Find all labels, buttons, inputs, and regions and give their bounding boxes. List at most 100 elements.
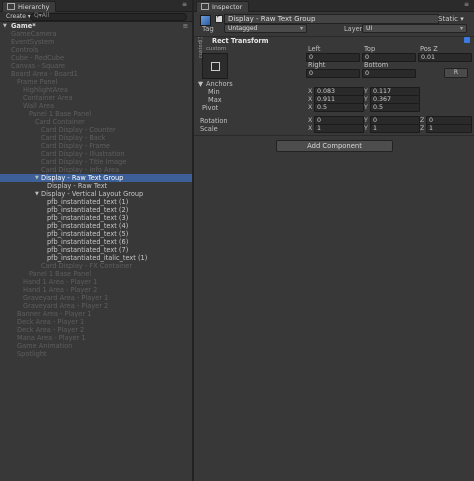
hierarchy-item[interactable]: pfb_instantiated_text (5) <box>0 230 192 238</box>
hierarchy-item[interactable]: GameCamera <box>0 30 192 38</box>
component-settings-icon[interactable] <box>464 37 470 43</box>
hierarchy-item-selected[interactable]: ▼ Display - Raw Text Group <box>0 174 192 182</box>
create-dropdown[interactable]: Create ▾ <box>6 13 31 21</box>
hierarchy-item[interactable]: Canvas - Square <box>0 62 192 70</box>
raw-edit-button[interactable]: R <box>444 68 468 78</box>
max-y-axis-label: Y <box>364 96 368 103</box>
hierarchy-item[interactable]: Spotlight <box>0 350 192 358</box>
hierarchy-item[interactable]: Card Display - Title Image <box>0 158 192 166</box>
hierarchy-item-label: Hand 1 Area - Player 2 <box>23 286 98 294</box>
hierarchy-item[interactable]: Panel 1 Base Panel <box>0 270 192 278</box>
hierarchy-item[interactable]: HighlightArea <box>0 86 192 94</box>
pivot-x-field[interactable]: 0.5 <box>314 103 364 112</box>
hierarchy-item-label: Panel 1 Base Panel <box>29 110 92 118</box>
hierarchy-item-label: Mana Area - Player 1 <box>17 334 86 342</box>
hierarchy-item-label: EventSystem <box>11 38 55 46</box>
hierarchy-item[interactable]: Hand 1 Area - Player 1 <box>0 278 192 286</box>
hierarchy-item[interactable]: Card Display - FX Container <box>0 262 192 270</box>
fold-arrow-icon[interactable]: ▼ <box>3 22 7 30</box>
object-name-field[interactable]: Display - Raw Text Group <box>224 14 439 24</box>
panel-menu-icon[interactable]: ≡ <box>464 1 470 8</box>
scale-y-axis-label: Y <box>364 125 368 132</box>
hierarchy-item[interactable]: Card Display - Back <box>0 134 192 142</box>
hierarchy-item[interactable]: pfb_instantiated_text (3) <box>0 214 192 222</box>
hierarchy-item[interactable]: Card Display - Info Area <box>0 166 192 174</box>
hierarchy-item[interactable]: pfb_instantiated_text (7) <box>0 246 192 254</box>
hierarchy-item[interactable]: Banner Area - Player 1 <box>0 310 192 318</box>
hierarchy-item[interactable]: Card Display - Illustration <box>0 150 192 158</box>
tag-dropdown[interactable]: Untagged <box>224 24 307 33</box>
hierarchy-search-input[interactable]: Q▾All <box>30 12 187 21</box>
active-checkbox[interactable] <box>215 13 223 23</box>
hierarchy-item-label: pfb_instantiated_text (2) <box>47 206 129 214</box>
fold-arrow-icon[interactable]: ▼ <box>35 174 39 182</box>
right-field[interactable]: 0 <box>306 69 360 78</box>
add-component-button[interactable]: Add Component <box>276 140 393 152</box>
inspector-tab[interactable]: Inspector <box>196 1 250 12</box>
panel-menu-icon[interactable]: ≡ <box>182 1 188 8</box>
top-label: Top <box>364 45 376 53</box>
hierarchy-item-label: Display - Raw Text Group <box>41 174 124 182</box>
hierarchy-item-label: Display - Vertical Layout Group <box>41 190 144 198</box>
scene-root[interactable]: ▼ Game* ≡ <box>0 22 192 30</box>
hierarchy-item-label: pfb_instantiated_italic_text (1) <box>47 254 148 262</box>
max-label: Max <box>208 96 222 104</box>
hierarchy-item[interactable]: pfb_instantiated_text (1) <box>0 198 192 206</box>
static-dropdown[interactable]: Static ▾ <box>438 15 464 23</box>
search-icon: Q▾All <box>34 12 50 19</box>
scale-x-field[interactable]: 1 <box>314 124 364 133</box>
hierarchy-item-label: Container Area <box>23 94 73 102</box>
layer-dropdown[interactable]: UI <box>362 24 467 33</box>
hierarchy-item[interactable]: Container Area <box>0 94 192 102</box>
info-icon <box>201 3 209 10</box>
posz-field[interactable]: 0.01 <box>418 53 472 62</box>
hierarchy-item[interactable]: Board Area - Board1 <box>0 70 192 78</box>
hierarchy-item[interactable]: Wall Area <box>0 102 192 110</box>
scale-z-field[interactable]: 1 <box>426 124 472 133</box>
hierarchy-item[interactable]: Graveyard Area - Player 2 <box>0 302 192 310</box>
pivot-label: Pivot <box>202 104 219 112</box>
scale-y-field[interactable]: 1 <box>370 124 420 133</box>
hierarchy-item[interactable]: EventSystem <box>0 38 192 46</box>
right-label: Right <box>308 61 326 69</box>
hierarchy-item[interactable]: Deck Area - Player 1 <box>0 318 192 326</box>
hierarchy-item[interactable]: pfb_instantiated_text (4) <box>0 222 192 230</box>
hierarchy-item[interactable]: Cube - RedCube <box>0 54 192 62</box>
hierarchy-item-label: Card Display - Title Image <box>41 158 127 166</box>
hierarchy-item[interactable]: Display - Raw Text <box>0 182 192 190</box>
hierarchy-item[interactable]: Card Container <box>0 118 192 126</box>
hierarchy-item[interactable]: pfb_instantiated_text (2) <box>0 206 192 214</box>
hierarchy-panel: Hierarchy ≡ Create ▾ Q▾All ▼ Game* ≡ Gam… <box>0 0 192 481</box>
pivot-y-field[interactable]: 0.5 <box>370 103 420 112</box>
anchors-fold-icon[interactable]: ▼ <box>198 80 203 88</box>
scene-menu-icon[interactable]: ≡ <box>182 22 188 30</box>
pivot-y-axis-label: Y <box>364 104 368 111</box>
bottom-field[interactable]: 0 <box>362 69 416 78</box>
hierarchy-item-label: Card Display - Illustration <box>41 150 125 158</box>
hierarchy-item-label: Card Display - Frame <box>41 142 110 150</box>
hierarchy-item[interactable]: pfb_instantiated_italic_text (1) <box>0 254 192 262</box>
hierarchy-item[interactable]: Card Display - Frame <box>0 142 192 150</box>
gameobject-header: Display - Raw Text Group Static ▾ Tag Un… <box>194 12 474 37</box>
hierarchy-item[interactable]: Deck Area - Player 2 <box>0 326 192 334</box>
max-x-axis-label: X <box>308 96 313 103</box>
hierarchy-item[interactable]: Hand 1 Area - Player 2 <box>0 286 192 294</box>
hierarchy-item-label: Frame Panel <box>17 78 58 86</box>
left-label: Left <box>308 45 321 53</box>
rect-transform-header[interactable]: ⛶ Rect Transform <box>194 37 474 45</box>
hierarchy-item[interactable]: Graveyard Area - Player 1 <box>0 294 192 302</box>
hierarchy-item[interactable]: ▼ Display - Vertical Layout Group <box>0 190 192 198</box>
hierarchy-item[interactable]: Card Display - Counter <box>0 126 192 134</box>
hierarchy-item-label: HighlightArea <box>23 86 68 94</box>
hierarchy-tab[interactable]: Hierarchy <box>2 1 57 12</box>
hierarchy-item[interactable]: Frame Panel <box>0 78 192 86</box>
fold-arrow-icon[interactable]: ▼ <box>35 190 39 198</box>
hierarchy-item[interactable]: Mana Area - Player 1 <box>0 334 192 342</box>
hierarchy-item[interactable]: pfb_instantiated_text (6) <box>0 238 192 246</box>
anchor-preset-button[interactable]: custom <box>198 40 228 79</box>
hierarchy-item[interactable]: Panel 1 Base Panel <box>0 110 192 118</box>
hierarchy-item[interactable]: Game Animation <box>0 342 192 350</box>
hierarchy-item-label: pfb_instantiated_text (4) <box>47 222 129 230</box>
hierarchy-item[interactable]: Controls <box>0 46 192 54</box>
hierarchy-item-label: Spotlight <box>17 350 47 358</box>
